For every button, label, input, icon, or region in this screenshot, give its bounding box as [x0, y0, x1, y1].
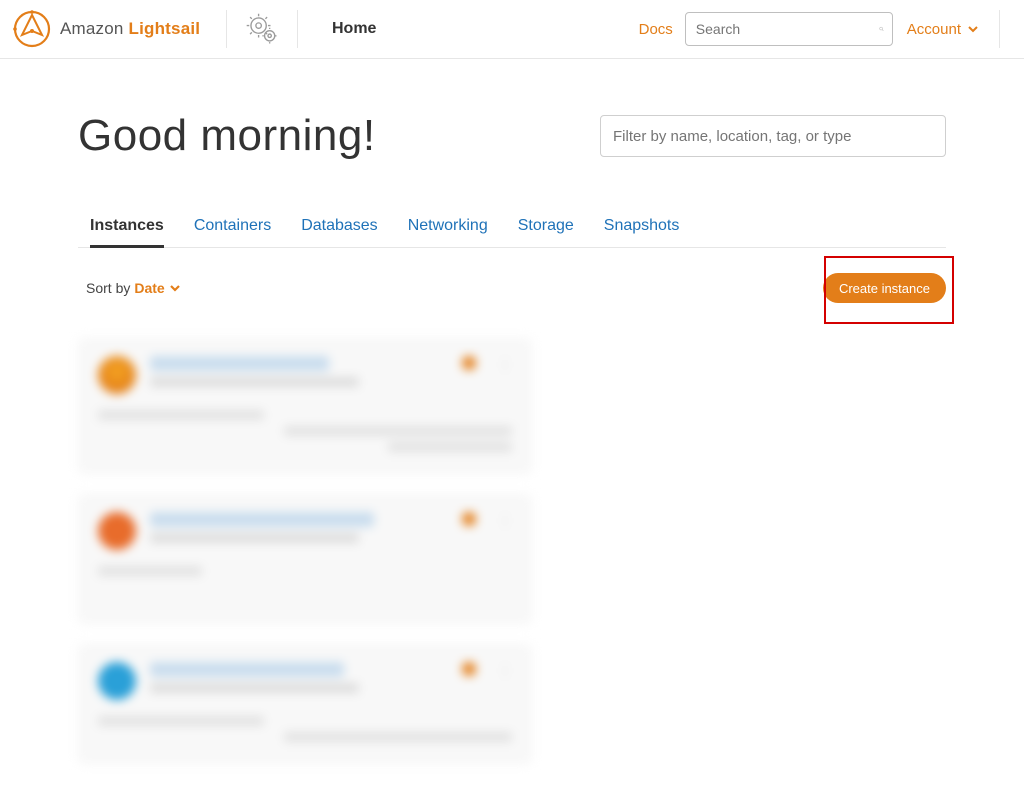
- account-menu[interactable]: Account: [893, 21, 993, 38]
- account-label: Account: [907, 21, 961, 38]
- brand-text-lightsail: Lightsail: [129, 19, 201, 38]
- chevron-down-icon: [967, 23, 979, 35]
- greeting-row: Good morning!: [78, 59, 946, 161]
- top-bar: Amazon Lightsail Home Docs Account: [0, 0, 1024, 59]
- sort-label: Sort by: [86, 280, 130, 296]
- status-indicator-icon: [462, 356, 476, 370]
- filter-input[interactable]: [600, 115, 946, 157]
- row-actions: Sort by Date Create instance: [78, 266, 946, 310]
- brand-text-amazon: Amazon: [60, 19, 129, 38]
- tab-storage[interactable]: Storage: [518, 211, 574, 247]
- divider: [297, 10, 298, 48]
- instance-os-icon: [98, 356, 136, 394]
- sort-control[interactable]: Sort by Date: [78, 280, 181, 296]
- tab-networking[interactable]: Networking: [408, 211, 488, 247]
- nav-docs[interactable]: Docs: [627, 21, 685, 38]
- sort-field: Date: [134, 280, 164, 296]
- global-search[interactable]: [685, 12, 893, 46]
- instance-os-icon: [98, 662, 136, 700]
- search-icon: [879, 20, 884, 38]
- kebab-menu-icon[interactable]: ⋮: [498, 356, 512, 370]
- lightsail-logo-icon: [12, 9, 52, 49]
- divider: [226, 10, 227, 48]
- main-content: Good morning! Instances Containers Datab…: [78, 59, 946, 804]
- greeting-text: Good morning!: [78, 111, 600, 161]
- instance-cards: ⋮ ⋮ ⋮: [78, 338, 946, 764]
- instance-os-icon: [98, 512, 136, 550]
- tab-snapshots[interactable]: Snapshots: [604, 211, 680, 247]
- create-instance-button[interactable]: Create instance: [823, 273, 946, 303]
- status-indicator-icon: [462, 512, 476, 526]
- resource-tabs: Instances Containers Databases Networkin…: [78, 211, 946, 248]
- nav-home[interactable]: Home: [304, 20, 404, 38]
- tab-instances[interactable]: Instances: [90, 211, 164, 248]
- status-indicator-icon: [462, 662, 476, 676]
- instance-card[interactable]: ⋮: [78, 494, 532, 624]
- settings-gear-icon[interactable]: [245, 12, 279, 46]
- divider: [999, 10, 1000, 48]
- tab-containers[interactable]: Containers: [194, 211, 271, 247]
- instance-card[interactable]: ⋮: [78, 644, 532, 764]
- kebab-menu-icon[interactable]: ⋮: [498, 662, 512, 676]
- kebab-menu-icon[interactable]: ⋮: [498, 512, 512, 526]
- chevron-down-icon: [169, 282, 181, 294]
- tab-databases[interactable]: Databases: [301, 211, 378, 247]
- search-input[interactable]: [694, 20, 879, 38]
- brand-logo-block[interactable]: Amazon Lightsail: [6, 9, 220, 49]
- instance-card[interactable]: ⋮: [78, 338, 532, 474]
